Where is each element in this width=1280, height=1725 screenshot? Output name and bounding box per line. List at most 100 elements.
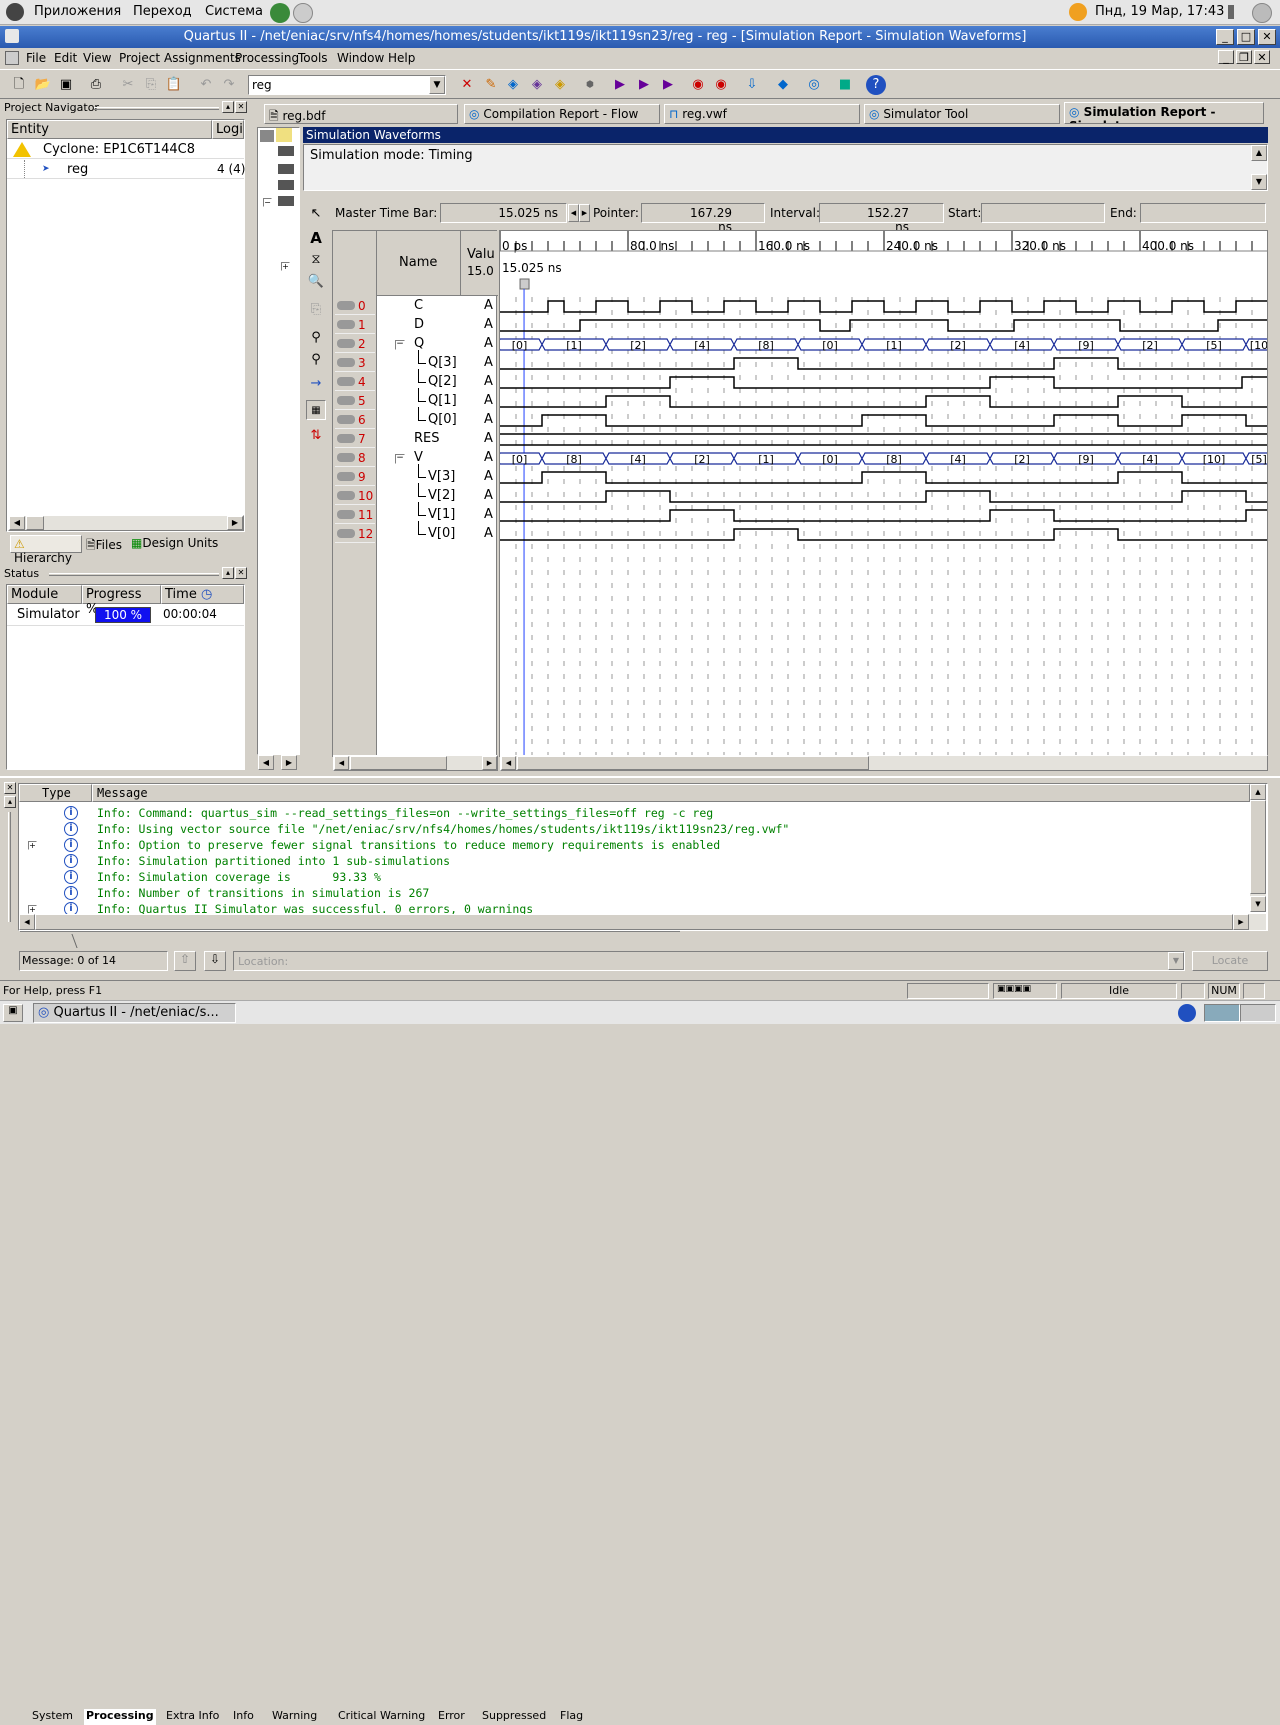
device-label[interactable]: Cyclone: EP1C6T144C8 [43, 142, 195, 157]
menu-window[interactable]: Window [337, 51, 384, 65]
stop-icon[interactable]: ⬢ [580, 75, 600, 95]
signal-name[interactable]: Q[3] [428, 355, 457, 370]
tree-scroll-right[interactable]: ▶ [281, 755, 297, 770]
copy-icon[interactable]: ⎘ [141, 75, 161, 95]
signal-number[interactable]: 3 [335, 355, 375, 372]
mdi-close-button[interactable]: ✕ [1254, 50, 1270, 64]
settings-icon[interactable]: ◈ [503, 75, 523, 95]
message-line[interactable]: Info: Simulation coverage is 93.33 % [97, 870, 381, 884]
volume-icon[interactable] [1228, 5, 1242, 19]
locate-button[interactable]: Locate [1192, 951, 1268, 971]
message-line[interactable]: Info: Command: quartus_sim --read_settin… [97, 806, 713, 820]
next-message-icon[interactable]: ⇩ [204, 951, 226, 971]
pin-planner-icon[interactable]: ✎ [481, 75, 501, 95]
report-icon[interactable] [278, 180, 294, 190]
tab-system[interactable]: System [32, 1709, 73, 1725]
name-scrollbar[interactable]: ◀ ▶ [333, 755, 498, 771]
open-folder-icon[interactable]: 📂 [33, 75, 53, 95]
name-scroll-thumb[interactable] [350, 756, 447, 770]
module-column-header[interactable]: Module [7, 585, 82, 604]
messages-scroll-right[interactable]: ▶ [1233, 914, 1249, 930]
logic-column-header[interactable]: Logi [212, 120, 244, 139]
print-icon[interactable]: ⎙ [86, 75, 106, 95]
analysis-icon[interactable]: ▶ [634, 75, 654, 95]
tab-compilation-report[interactable]: ◎ Compilation Report - Flow Summary [464, 104, 660, 124]
entity-reg[interactable]: reg [67, 162, 88, 177]
signal-name[interactable]: Q [414, 336, 424, 351]
workspace-2[interactable] [1240, 1004, 1276, 1022]
compilation-report-icon[interactable]: ⇩ [742, 75, 762, 95]
location-select[interactable]: Location: ▼ [233, 951, 1185, 971]
signal-name[interactable]: C [414, 298, 423, 313]
status-close-button[interactable]: ✕ [235, 567, 247, 579]
doc-icon[interactable] [5, 51, 19, 65]
network-icon[interactable] [1252, 3, 1272, 23]
folder-icon[interactable] [276, 128, 292, 142]
show-desktop-icon[interactable]: ▣ [3, 1004, 23, 1022]
time-bar-next-button[interactable]: ▶ [579, 204, 590, 222]
tab-simulation-report[interactable]: ◎ Simulation Report - Simulat... [1064, 102, 1264, 124]
sort-icon[interactable]: ⇅ [306, 426, 326, 446]
cut-icon[interactable]: ✂ [118, 75, 138, 95]
expand-message-icon[interactable]: + [28, 841, 37, 850]
tab-error[interactable]: Error [438, 1709, 465, 1725]
menu-go[interactable]: Переход [133, 4, 192, 19]
scroll-left-arrow[interactable]: ◀ [9, 516, 25, 530]
messages-float-button[interactable]: ▴ [4, 796, 16, 808]
time-bar-prev-button[interactable]: ◀ [568, 204, 579, 222]
report-folder-icon[interactable] [260, 130, 274, 142]
tab-design-units[interactable]: ▦Design Units [128, 535, 238, 553]
assignment-editor-icon[interactable]: ✕ [457, 75, 477, 95]
panel-grip[interactable] [8, 812, 11, 922]
find-icon[interactable]: ⚲ [306, 328, 326, 348]
panel-float-button[interactable]: ▴ [222, 101, 234, 113]
value-column-header[interactable]: Valu 15.0 [461, 231, 498, 296]
tab-files[interactable]: 🗎Files [83, 535, 127, 553]
new-file-icon[interactable]: 🗋 [9, 75, 29, 95]
menu-assignments[interactable]: Assignments [164, 51, 241, 65]
report-icon[interactable] [278, 164, 294, 174]
tree-scroll-left[interactable]: ◀ [258, 755, 274, 770]
messages-close-button[interactable]: ✕ [4, 782, 16, 794]
waveform-editing-tool-icon[interactable]: ⧖ [306, 250, 326, 270]
signal-number[interactable]: 5 [335, 393, 375, 410]
type-column-header[interactable]: Type [19, 784, 92, 802]
mail-icon[interactable] [293, 3, 313, 23]
menu-view[interactable]: View [83, 51, 111, 65]
time-column-header[interactable]: Time ◷ [161, 585, 244, 604]
horizontal-scrollbar[interactable]: ◀ ▶ [8, 515, 244, 531]
message-line[interactable]: Info: Number of transitions in simulatio… [97, 886, 429, 900]
menu-edit[interactable]: Edit [54, 51, 77, 65]
maximize-button[interactable]: □ [1237, 29, 1255, 45]
messages-scroll-down[interactable]: ▼ [1250, 896, 1266, 912]
megawizard-icon[interactable]: ■ [835, 75, 855, 95]
signal-number[interactable]: 2 [335, 336, 375, 353]
signal-number[interactable]: 6 [335, 412, 375, 429]
wave-scroll-thumb[interactable] [517, 756, 869, 770]
progress-column-header[interactable]: Progress % [82, 585, 161, 617]
name-column-header[interactable]: Name [377, 231, 461, 296]
tree-expand-icon[interactable]: + [281, 262, 290, 271]
panel-grip[interactable] [94, 107, 219, 110]
tab-flag[interactable]: Flag [560, 1709, 583, 1725]
signal-name[interactable]: V[1] [428, 507, 455, 522]
undo-icon[interactable]: ↶ [196, 75, 216, 95]
next-transition-icon[interactable]: → [306, 374, 326, 394]
signal-name[interactable]: Q[1] [428, 393, 457, 408]
signal-number[interactable]: 8 [335, 450, 375, 467]
master-time-bar-field[interactable]: 15.025 ns [440, 203, 567, 223]
workspace-1[interactable] [1204, 1004, 1240, 1022]
signal-number[interactable]: 7 [335, 431, 375, 448]
signal-name[interactable]: Q[0] [428, 412, 457, 427]
tab-hierarchy[interactable]: ⚠ Hierarchy [10, 535, 82, 565]
report-icon[interactable] [278, 196, 294, 206]
messages-scroll-thumb[interactable] [1250, 800, 1266, 894]
help-icon[interactable]: ? [866, 75, 886, 95]
signal-number[interactable]: 12 [335, 526, 375, 543]
signal-name[interactable]: Q[2] [428, 374, 457, 389]
paste-icon[interactable]: 📋 [164, 75, 184, 95]
mode-scroll-up[interactable]: ▲ [1251, 145, 1267, 161]
tree-collapse-icon[interactable]: − [263, 198, 272, 207]
signal-name[interactable]: RES [414, 431, 440, 446]
tab-reg-bdf[interactable]: 🗎 reg.bdf [264, 104, 458, 124]
